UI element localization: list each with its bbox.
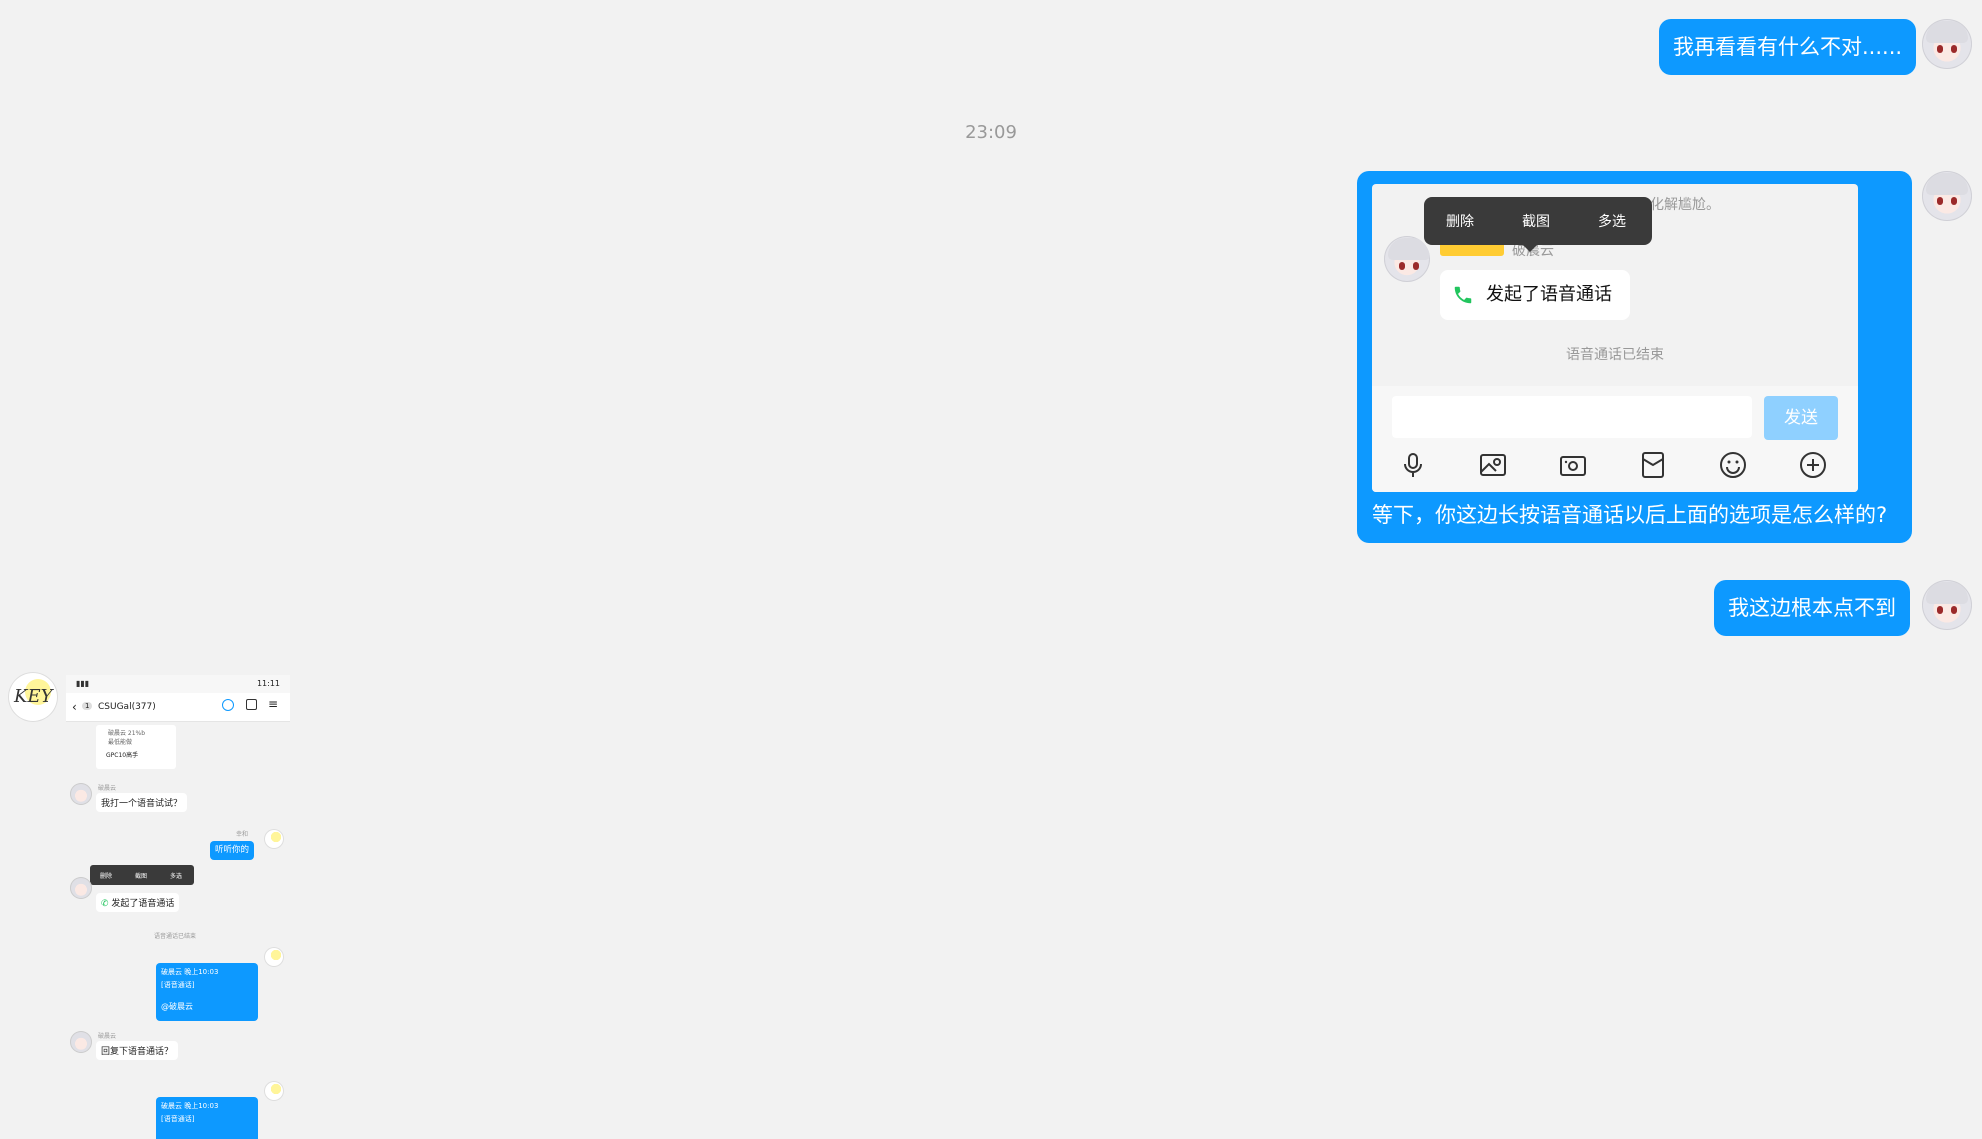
phone-icon xyxy=(1454,286,1472,304)
faint-text: 化解尴尬。 xyxy=(1650,197,1720,213)
reply-body: [语音通话] xyxy=(161,981,195,989)
group-name: CSUGal(377) xyxy=(98,702,156,712)
avatar xyxy=(70,877,92,899)
avatar xyxy=(70,783,92,805)
reply-header: 破晨云 晚上10:03 xyxy=(161,1102,219,1110)
emoji-icon[interactable] xyxy=(1718,450,1748,480)
message-caption: 等下，你这边长按语音通话以后上面的选项是怎么样的? xyxy=(1372,503,1888,527)
menu-item-multiselect: 多选 xyxy=(170,873,183,880)
sender-name: 破晨云 xyxy=(98,1033,117,1040)
embedded-screenshot[interactable]: 化解尴尬。 破晨云 删除 截图 多选 发起了语音通话 语音通话已结束 发送 xyxy=(1372,184,1858,492)
voice-call-message[interactable]: 发起了语音通话 xyxy=(1440,270,1630,320)
shared-card[interactable]: 破晨云 21%b 最低能做 GPC10高手 xyxy=(96,725,176,769)
sender-name: 破晨云 xyxy=(98,785,117,792)
menu-icon[interactable]: ≡ xyxy=(268,697,278,711)
card-line: 最低能做 xyxy=(108,739,133,746)
reply-header: 破晨云 晚上10:03 xyxy=(161,968,219,976)
message-text: 我这边根本点不到 xyxy=(1728,596,1896,620)
send-button[interactable]: 发送 xyxy=(1764,396,1838,440)
back-icon[interactable]: ‹ xyxy=(72,700,77,714)
phone-icon: ✆ xyxy=(101,899,109,909)
context-menu: 删除 截图 多选 xyxy=(1424,197,1652,245)
key-logo-text: KEY xyxy=(14,686,53,707)
mic-icon[interactable] xyxy=(1398,450,1428,480)
avatar[interactable] xyxy=(1922,19,1972,69)
voice-call-message: ✆ 发起了语音通话 xyxy=(96,893,180,912)
image-icon[interactable] xyxy=(1478,450,1508,480)
voice-call-icon[interactable] xyxy=(222,699,234,711)
avatar xyxy=(70,1031,92,1053)
phone-chat-header: ‹ 1 CSUGal(377) ≡ xyxy=(66,693,290,722)
back-badge: 1 xyxy=(82,702,93,710)
avatar[interactable] xyxy=(1922,580,1972,630)
reply-bubble: 破晨云 晚上10:03 [语音通话] xyxy=(156,1097,258,1139)
edit-icon[interactable] xyxy=(246,699,257,710)
call-text: 发起了语音通话 xyxy=(111,899,175,909)
key-logo-avatar xyxy=(264,1081,284,1101)
key-logo-avatar xyxy=(264,829,284,849)
message-input[interactable] xyxy=(1392,396,1752,438)
call-ended-notice: 语音通话已结束 xyxy=(1566,347,1664,363)
reply-bubble: 破晨云 晚上10:03 [语音通话] @破晨云 xyxy=(156,963,258,1021)
card-line: GPC10高手 xyxy=(106,752,139,759)
reply-body: [语音通话] xyxy=(161,1115,195,1123)
menu-item-delete[interactable]: 删除 xyxy=(1446,211,1474,231)
outgoing-message: 听听你的 xyxy=(210,841,255,860)
menu-item-screenshot: 截图 xyxy=(135,873,148,880)
sender-name: 幸和 xyxy=(236,831,249,838)
call-text: 发起了语音通话 xyxy=(1486,284,1612,305)
menu-item-screenshot[interactable]: 截图 xyxy=(1522,211,1550,231)
incoming-message: 我打一个语音试试？ xyxy=(96,793,188,812)
call-ended-notice: 语音通话已结束 xyxy=(154,933,197,940)
phone-screenshot-image[interactable]: ▮▮▮ 11:11 ‹ 1 CSUGal(377) ≡ 破晨云 21%b 最低能… xyxy=(66,675,290,1139)
status-time: 11:11 xyxy=(256,679,280,688)
card-line: 破晨云 21%b xyxy=(108,730,146,737)
incoming-message: 回复下语音通话？ xyxy=(96,1041,179,1060)
menu-item-delete: 删除 xyxy=(100,873,113,880)
input-bar: 发送 xyxy=(1372,386,1858,492)
camera-icon[interactable] xyxy=(1558,450,1588,480)
avatar xyxy=(1384,236,1430,282)
signal-icon: ▮▮▮ xyxy=(76,679,90,688)
message-text: 我再看看有什么不对...... xyxy=(1673,35,1903,59)
avatar[interactable] xyxy=(1922,171,1972,221)
context-menu: 删除 截图 多选 xyxy=(90,865,194,885)
chat-timestamp: 23:09 xyxy=(965,122,1017,143)
context-menu-arrow xyxy=(1522,244,1538,252)
reply-mention: @破晨云 xyxy=(161,1002,193,1011)
key-logo-avatar xyxy=(264,947,284,967)
chat-bubble-outgoing[interactable]: 我再看看有什么不对...... xyxy=(1659,19,1917,75)
menu-item-multiselect[interactable]: 多选 xyxy=(1598,211,1626,231)
chat-bubble-outgoing[interactable]: 我这边根本点不到 xyxy=(1714,580,1910,636)
red-packet-icon[interactable] xyxy=(1638,450,1668,480)
plus-icon[interactable] xyxy=(1798,450,1828,480)
phone-status-bar: ▮▮▮ 11:11 xyxy=(66,675,290,693)
key-logo-avatar[interactable]: KEY xyxy=(8,672,58,722)
